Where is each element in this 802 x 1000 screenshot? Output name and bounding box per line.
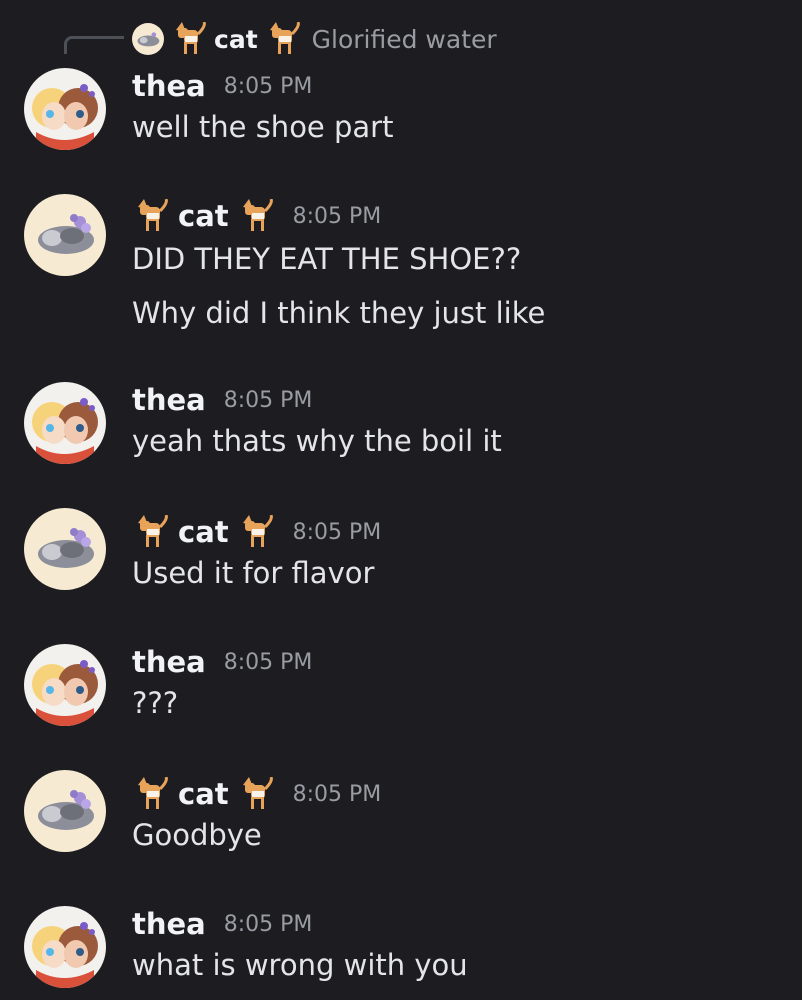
avatar[interactable] [24, 382, 106, 464]
avatar[interactable] [24, 770, 106, 852]
message-header: cat 8:05 PM [132, 512, 381, 552]
avatar[interactable] [24, 68, 106, 150]
message-text: DID THEY EAT THE SHOE?? [132, 242, 522, 276]
message-text: what is wrong with you [132, 948, 468, 982]
cat-emoji-icon [237, 198, 275, 233]
reply-author[interactable]: cat [214, 25, 258, 54]
cat-emoji-icon [132, 776, 170, 811]
timestamp: 8:05 PM [223, 73, 313, 99]
author-name[interactable]: cat [178, 515, 229, 549]
cat-emoji-icon [132, 514, 170, 549]
avatar[interactable] [24, 644, 106, 726]
author-name[interactable]: thea [132, 907, 206, 941]
message-header: thea 8:05 PM [132, 68, 312, 104]
author-name[interactable]: thea [132, 69, 206, 103]
message-header: thea 8:05 PM [132, 382, 312, 418]
reply-connector [64, 36, 124, 54]
avatar[interactable] [24, 508, 106, 590]
author-name[interactable]: thea [132, 383, 206, 417]
message-text: Goodbye [132, 818, 262, 852]
timestamp: 8:05 PM [292, 203, 382, 229]
message-text: Used it for flavor [132, 556, 375, 590]
timestamp: 8:05 PM [223, 911, 313, 937]
author-name[interactable]: thea [132, 645, 206, 679]
author-name[interactable]: cat [178, 199, 229, 233]
reply-avatar [132, 23, 164, 55]
reply-preview-text[interactable]: Glorified water [312, 25, 497, 54]
timestamp: 8:05 PM [223, 387, 313, 413]
message-header: cat 8:05 PM [132, 774, 381, 814]
message-text: Why did I think they just like [132, 296, 546, 330]
timestamp: 8:05 PM [292, 781, 382, 807]
message-header: cat 8:05 PM [132, 196, 381, 236]
cat-emoji-icon [264, 21, 302, 56]
message-header: thea 8:05 PM [132, 906, 312, 942]
cat-emoji-icon [170, 21, 208, 56]
message-text: well the shoe part [132, 110, 394, 144]
timestamp: 8:05 PM [292, 519, 382, 545]
message-text: ??? [132, 686, 179, 720]
message-header: thea 8:05 PM [132, 644, 312, 680]
author-name[interactable]: cat [178, 777, 229, 811]
avatar[interactable] [24, 194, 106, 276]
cat-emoji-icon [237, 776, 275, 811]
avatar[interactable] [24, 906, 106, 988]
reply-reference[interactable]: cat Glorified water [132, 21, 497, 56]
message-text: yeah thats why the boil it [132, 424, 502, 458]
cat-emoji-icon [237, 514, 275, 549]
timestamp: 8:05 PM [223, 649, 313, 675]
cat-emoji-icon [132, 198, 170, 233]
chat-messages: cat Glorified water thea 8:05 PM well th… [0, 0, 802, 1000]
